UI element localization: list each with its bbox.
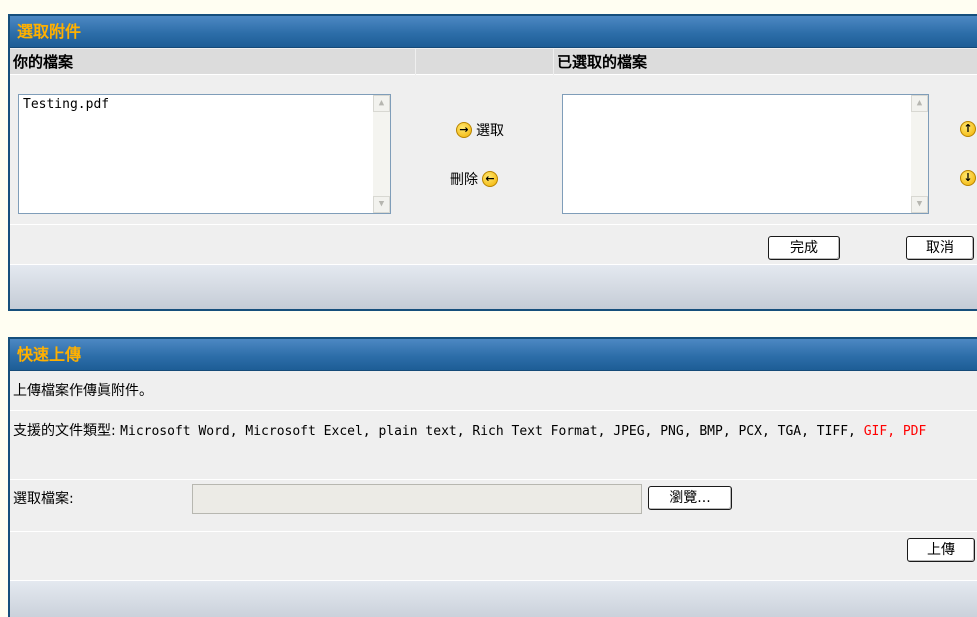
upload-panel: 快速上傳 上傳檔案作傳眞附件。 支援的文件類型: Microsoft Word,… bbox=[8, 337, 977, 617]
supported-types-row: 支援的文件類型: Microsoft Word, Microsoft Excel… bbox=[10, 411, 977, 480]
arrow-left-circle-icon: ← bbox=[482, 171, 498, 187]
list-item[interactable]: Testing.pdf bbox=[23, 97, 386, 112]
file-select-label: 選取檔案: bbox=[13, 491, 74, 507]
scroll-up-icon[interactable]: ▲ bbox=[373, 95, 390, 112]
actions-header bbox=[416, 49, 553, 75]
selected-files-header: 已選取的檔案 bbox=[554, 49, 977, 75]
browse-button[interactable]: 瀏覽... bbox=[648, 486, 732, 510]
delete-file-button[interactable]: 刪除 ← bbox=[450, 169, 498, 189]
upload-description-row: 上傳檔案作傳眞附件。 bbox=[10, 372, 977, 411]
scroll-down-icon[interactable]: ▼ bbox=[911, 196, 928, 213]
select-label: 選取 bbox=[476, 123, 504, 139]
arrow-up-circle-icon[interactable]: ↑ bbox=[960, 121, 976, 137]
done-button[interactable]: 完成 bbox=[768, 236, 840, 260]
file-select-row: 選取檔案: 瀏覽... bbox=[10, 480, 977, 532]
upload-description: 上傳檔案作傳眞附件。 bbox=[13, 383, 153, 399]
attach-panel-title: 選取附件 bbox=[10, 16, 977, 48]
supported-types-highlight: GIF, PDF bbox=[863, 424, 927, 439]
upload-button[interactable]: 上傳 bbox=[907, 538, 975, 562]
your-files-listbox[interactable]: Testing.pdf ▲ ▼ bbox=[18, 94, 391, 214]
upload-button-row: 上傳 bbox=[10, 532, 977, 574]
delete-label: 刪除 bbox=[450, 172, 478, 188]
select-file-button[interactable]: → 選取 bbox=[456, 120, 504, 140]
upload-panel-title: 快速上傳 bbox=[10, 339, 977, 371]
selected-files-scrollbar[interactable]: ▲ ▼ bbox=[911, 95, 928, 213]
arrow-right-circle-icon: → bbox=[456, 122, 472, 138]
arrow-down-circle-icon[interactable]: ↓ bbox=[960, 170, 976, 186]
scroll-down-icon[interactable]: ▼ bbox=[373, 196, 390, 213]
upload-panel-footer bbox=[10, 580, 977, 617]
selected-files-listbox[interactable]: ▲ ▼ bbox=[562, 94, 929, 214]
supported-types-list: Microsoft Word, Microsoft Excel, plain t… bbox=[120, 424, 864, 439]
attach-panel-footer bbox=[10, 264, 977, 309]
your-files-header: 你的檔案 bbox=[10, 49, 415, 75]
attach-panel: 選取附件 你的檔案 已選取的檔案 Testing.pdf ▲ ▼ → 選取 刪除… bbox=[8, 14, 977, 311]
scroll-up-icon[interactable]: ▲ bbox=[911, 95, 928, 112]
supported-types-prefix: 支援的文件類型: bbox=[13, 423, 116, 439]
your-files-scrollbar[interactable]: ▲ ▼ bbox=[373, 95, 390, 213]
divider bbox=[10, 224, 977, 225]
file-path-input[interactable] bbox=[192, 484, 642, 514]
cancel-button[interactable]: 取消 bbox=[906, 236, 974, 260]
